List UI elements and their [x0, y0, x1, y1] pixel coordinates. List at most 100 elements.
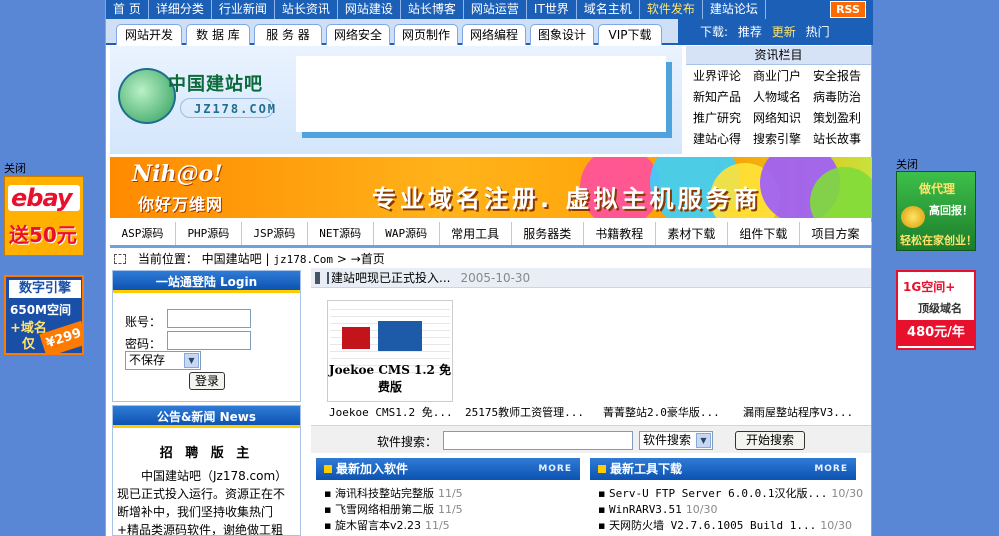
tab-web-design[interactable]: 网页制作 — [394, 24, 458, 45]
cat-components[interactable]: 组件下载 — [728, 222, 800, 245]
breadcrumb-arrow: > — [336, 252, 347, 266]
agent-ad-line2: 高回报！ — [929, 204, 973, 217]
password-input[interactable] — [167, 331, 251, 350]
ebay-ad[interactable]: ebay 送50元 — [4, 176, 84, 256]
right-ad-close-link[interactable]: 关闭 — [896, 156, 918, 172]
info-link[interactable]: 搜索引擎 — [753, 131, 813, 147]
banner-brand: Nih@o! — [132, 161, 223, 187]
download-updated[interactable]: 更新 — [772, 25, 796, 39]
topnav-webmaster-info[interactable]: 站长资讯 — [275, 0, 338, 19]
topnav-it-world[interactable]: IT世界 — [527, 0, 577, 19]
domain-hosting-banner[interactable]: Nih@o! 你好万维网 专业域名注册. 虚拟主机服务商 — [110, 157, 872, 218]
breadcrumb-sep: | — [265, 252, 270, 266]
cat-tools[interactable]: 常用工具 — [440, 222, 512, 245]
list-item[interactable]: ▪ Serv-U FTP Server 6.0.0.1汉化版... 10/30 — [598, 486, 863, 502]
list-item[interactable]: ▪ 海讯科技整站完整版 11/5 — [324, 486, 580, 502]
info-link[interactable]: 新知产品 — [693, 89, 753, 105]
login-button[interactable]: 登录 — [189, 372, 225, 390]
download-links: 下载: 推荐 更新 热门 — [678, 19, 873, 45]
username-input[interactable] — [167, 309, 251, 328]
topnav-operations[interactable]: 网站运营 — [464, 0, 527, 19]
bullet-icon — [324, 465, 332, 473]
tab-vip-download[interactable]: VIP下载 — [598, 24, 662, 45]
breadcrumb-home[interactable]: →首页 — [351, 252, 385, 266]
topnav-home[interactable]: 首 页 — [106, 0, 149, 19]
bullet-icon — [598, 465, 606, 473]
agent-ad[interactable]: 做代理 高回报！ 轻松在家创业！ — [896, 171, 976, 251]
tab-programming[interactable]: 网络编程 — [462, 24, 526, 45]
topnav-software[interactable]: 软件发布 — [640, 0, 703, 19]
featured-item[interactable]: 25175教师工资管理... — [465, 404, 584, 420]
featured-thumbnail[interactable]: Joekoe CMS 1.2 免费版 — [327, 300, 453, 402]
featured-item[interactable]: Joekoe CMS1.2 免... — [329, 404, 453, 420]
info-link[interactable]: 站长故事 — [813, 131, 873, 147]
new-software-more[interactable]: MORE — [538, 458, 572, 480]
top-nav: 首 页 详细分类 行业新闻 站长资讯 网站建设 站长博客 网站运营 IT世界 域… — [106, 0, 873, 19]
space-ad[interactable]: 1G空间+ 顶级域名 480元/年 — [896, 270, 976, 350]
download-hot[interactable]: 热门 — [806, 25, 830, 39]
breadcrumb-domain[interactable]: jz178.Com — [273, 253, 333, 266]
tab-security[interactable]: 网络安全 — [326, 24, 390, 45]
tab-image-design[interactable]: 图象设计 — [530, 24, 594, 45]
list-item[interactable]: ▪ 天网防火墙 V2.7.6.1005 Build 1... 10/30 — [598, 518, 856, 534]
rss-button[interactable]: RSS — [830, 1, 866, 18]
topnav-site-building[interactable]: 网站建设 — [338, 0, 401, 19]
new-software-title: 最新加入软件 — [336, 462, 409, 476]
topnav-domain-host[interactable]: 域名主机 — [577, 0, 640, 19]
info-link[interactable]: 病毒防治 — [813, 89, 873, 105]
featured-item[interactable]: 漏雨屋整站程序V3... — [743, 404, 853, 420]
new-tools-more[interactable]: MORE — [814, 458, 848, 480]
cat-books[interactable]: 书籍教程 — [584, 222, 656, 245]
main-page: 首 页 详细分类 行业新闻 站长资讯 网站建设 站长博客 网站运营 IT世界 域… — [105, 0, 873, 536]
info-link[interactable]: 人物域名 — [753, 89, 813, 105]
left-ad-close-link[interactable]: 关闭 — [4, 160, 26, 176]
save-login-value: 不保存 — [129, 353, 166, 367]
cat-jsp[interactable]: JSP源码 — [242, 222, 308, 245]
breadcrumb-site[interactable]: 中国建站吧 — [202, 252, 262, 266]
info-link[interactable]: 安全报告 — [813, 68, 873, 84]
logo-title: 中国建站吧 — [168, 74, 263, 95]
info-link[interactable]: 业界评论 — [693, 68, 753, 84]
domain-ad[interactable]: 数字引擎 650M空间 +域名 仅 ¥299 — [4, 275, 84, 355]
cat-wap[interactable]: WAP源码 — [374, 222, 440, 245]
info-link[interactable]: 网络知识 — [753, 110, 813, 126]
download-label: 下载: — [700, 25, 729, 39]
space-ad-line2: 顶级域名 — [918, 302, 962, 315]
cat-projects[interactable]: 项目方案 — [800, 222, 872, 245]
list-item[interactable]: ▪ WinRARV3.51 10/30 — [598, 502, 856, 518]
topnav-forum[interactable]: 建站论坛 — [703, 0, 766, 19]
info-link[interactable]: 推广研究 — [693, 110, 753, 126]
cat-server[interactable]: 服务器类 — [512, 222, 584, 245]
new-tools-title: 最新工具下载 — [610, 462, 683, 476]
tab-database[interactable]: 数 据 库 — [186, 24, 250, 45]
ticker-text[interactable]: 建站吧现已正式投入... — [331, 271, 450, 285]
search-button[interactable]: 开始搜索 — [735, 431, 805, 450]
news-title: 公告&新闻 News — [113, 406, 300, 428]
domain-ad-line3: 仅 — [22, 337, 36, 352]
cat-materials[interactable]: 素材下载 — [656, 222, 728, 245]
download-recommended[interactable]: 推荐 — [738, 25, 762, 39]
thumbnail-caption: Joekoe CMS 1.2 免费版 — [328, 363, 452, 394]
info-link[interactable]: 建站心得 — [693, 131, 753, 147]
cat-php[interactable]: PHP源码 — [176, 222, 242, 245]
list-item[interactable]: ▪ 飞雪网络相册第二版 11/5 — [324, 502, 580, 518]
topnav-blog[interactable]: 站长博客 — [401, 0, 464, 19]
search-input[interactable] — [443, 431, 633, 450]
cat-net[interactable]: NET源码 — [308, 222, 374, 245]
tab-web-dev[interactable]: 网站开发 — [116, 24, 182, 45]
search-type-select[interactable]: 软件搜索 ▼ — [639, 431, 713, 450]
login-title: 一站通登陆 Login — [113, 271, 300, 293]
info-link[interactable]: 策划盈利 — [813, 110, 873, 126]
header-ad-slot — [296, 56, 666, 132]
topnav-categories[interactable]: 详细分类 — [149, 0, 212, 19]
save-login-select[interactable]: 不保存 ▼ — [125, 351, 201, 370]
list-item[interactable]: ▪ 旋木留言本v2.23 11/5 — [324, 518, 580, 534]
search-type-value: 软件搜索 — [643, 433, 692, 447]
space-ad-line1: 1G空间+ — [903, 280, 956, 294]
info-link[interactable]: 商业门户 — [753, 68, 813, 84]
site-logo[interactable]: 中国建站吧 JZ178.COM — [110, 46, 286, 154]
featured-item[interactable]: 菁菁整站2.0豪华版... — [603, 404, 720, 420]
cat-asp[interactable]: ASP源码 — [110, 222, 176, 245]
topnav-industry-news[interactable]: 行业新闻 — [212, 0, 275, 19]
tab-server[interactable]: 服 务 器 — [254, 24, 322, 45]
